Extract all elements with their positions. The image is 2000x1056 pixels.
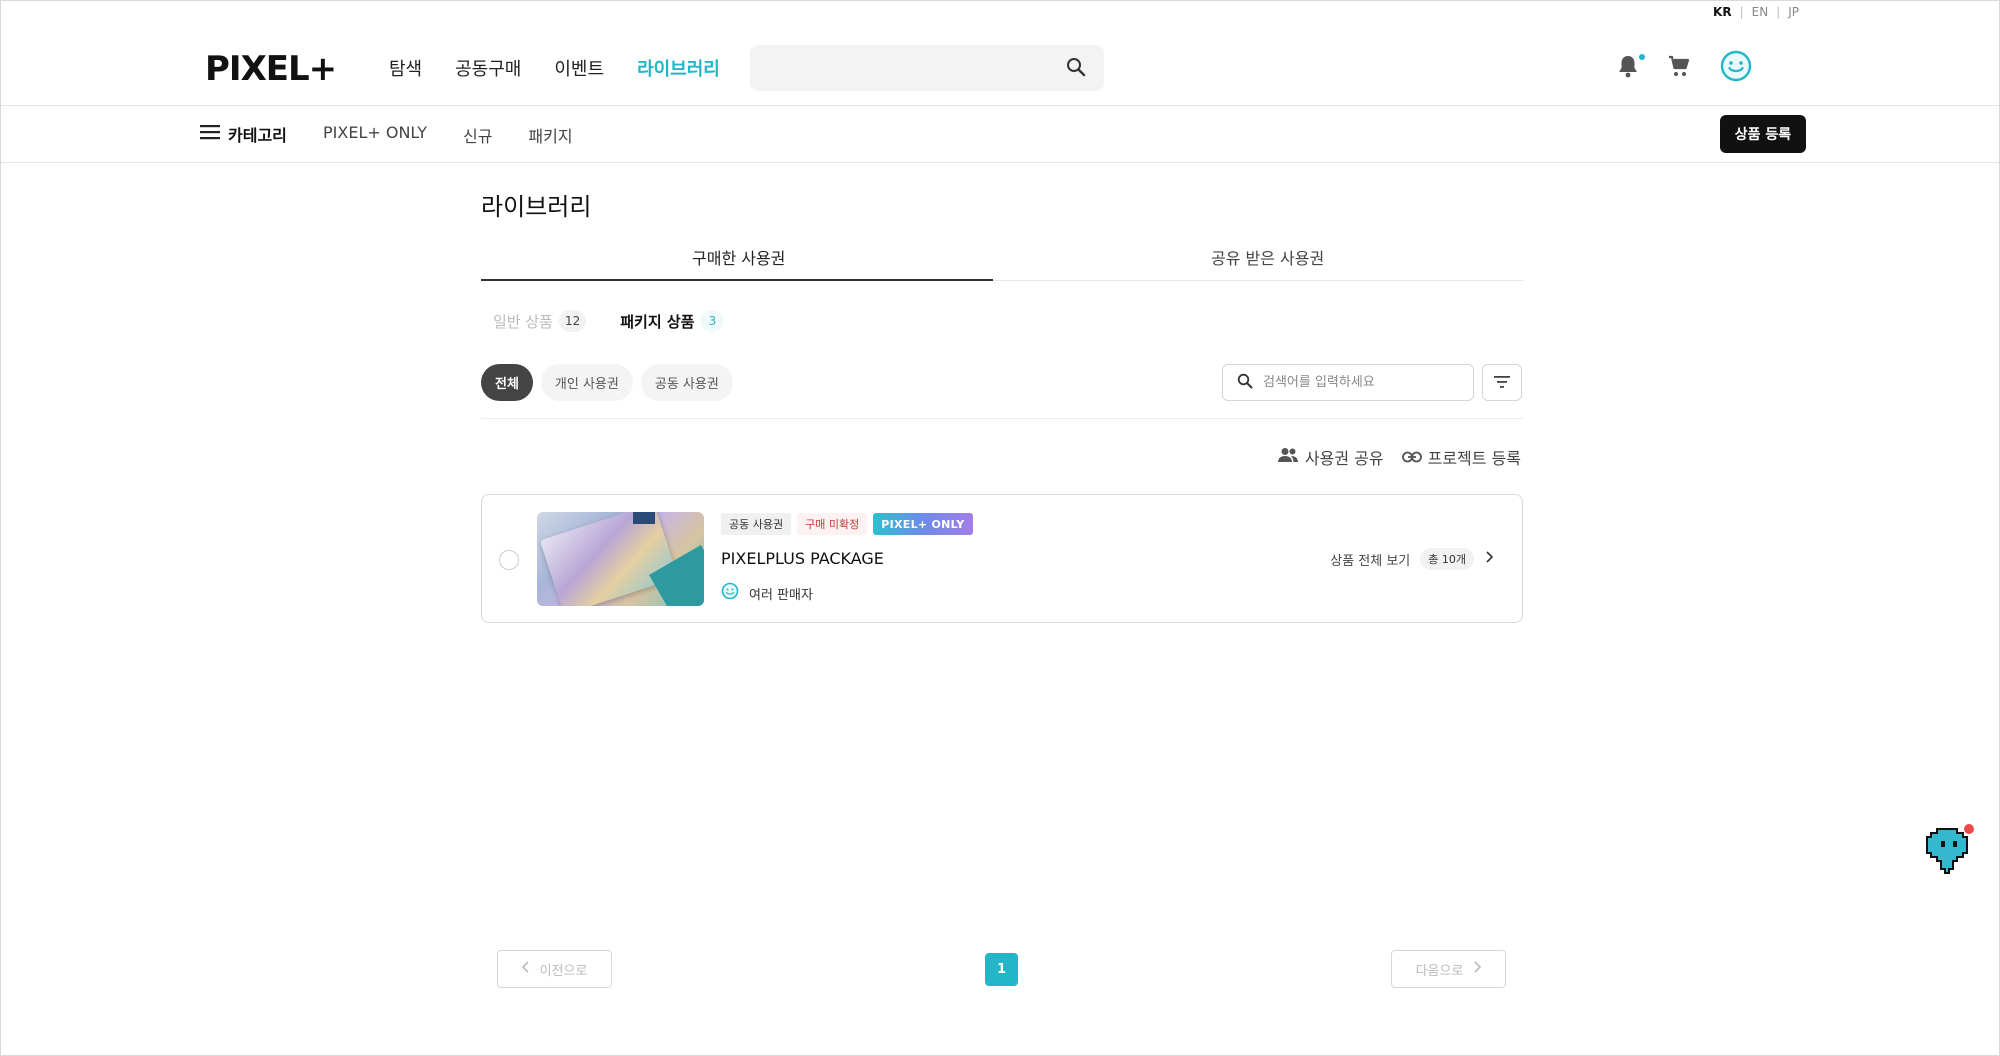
category-menu[interactable]: 카테고리 (200, 122, 287, 146)
filter-icon (1494, 373, 1510, 392)
seller-avatar-icon (721, 582, 739, 604)
cart-icon[interactable] (1667, 54, 1691, 82)
package-thumbnail[interactable] (537, 512, 704, 606)
next-page-button[interactable]: 다음으로 (1391, 950, 1506, 988)
category-links: PIXEL+ ONLY 신규 패키지 (323, 123, 573, 147)
header-icons (1617, 49, 1753, 87)
pixelplus-logo[interactable]: PIXEL+ (205, 47, 355, 87)
filter-divider (481, 418, 1523, 419)
lang-jp[interactable]: JP (1788, 5, 1799, 19)
cat-link-pixel-only[interactable]: PIXEL+ ONLY (323, 123, 427, 147)
prev-page-button[interactable]: 이전으로 (497, 950, 612, 988)
item-badges: 공동 사용권 구매 미확정 PIXEL+ ONLY (721, 513, 973, 535)
next-label: 다음으로 (1415, 963, 1464, 979)
license-filter-chips: 전체 개인 사용권 공동 사용권 (481, 364, 733, 401)
action-label: 사용권 공유 (1304, 449, 1384, 468)
search-icon[interactable] (1066, 57, 1086, 81)
filter-button[interactable] (1482, 364, 1522, 401)
page-title: 라이브러리 (481, 193, 592, 221)
subtab-general[interactable]: 일반 상품 12 (493, 310, 587, 332)
view-all-products[interactable]: 상품 전체 보기 총 10개 (1330, 548, 1494, 570)
bulk-actions: 사용권 공유 프로젝트 등록 (1277, 445, 1521, 469)
cat-link-package[interactable]: 패키지 (528, 123, 572, 147)
lang-kr[interactable]: KR (1713, 5, 1732, 19)
view-all-label: 상품 전체 보기 (1330, 553, 1411, 569)
main-nav: 탐색 공동구매 이벤트 라이브러리 (389, 55, 720, 81)
cat-link-new[interactable]: 신규 (463, 123, 492, 147)
item-title[interactable]: PIXELPLUS PACKAGE (721, 549, 884, 568)
profile-avatar-icon[interactable] (1719, 49, 1753, 87)
notification-dot (1639, 54, 1645, 60)
chip-all[interactable]: 전체 (481, 364, 533, 401)
bell-icon[interactable] (1617, 54, 1645, 82)
select-radio[interactable] (499, 550, 519, 570)
subtab-label: 일반 상품 (493, 312, 553, 331)
lang-en[interactable]: EN (1752, 5, 1769, 19)
search-icon (1237, 373, 1253, 393)
library-tabs: 구매한 사용권 공유 받은 사용권 (481, 239, 1523, 281)
hamburger-icon (200, 124, 220, 144)
total-count-badge: 총 10개 (1420, 548, 1474, 570)
lang-separator: | (1776, 5, 1781, 19)
lang-separator: | (1739, 5, 1744, 19)
page-number-current[interactable]: 1 (985, 953, 1018, 986)
people-icon (1277, 447, 1299, 467)
badge-purchase-unconfirmed: 구매 미확정 (797, 513, 868, 535)
count-badge: 3 (700, 310, 725, 332)
library-search-input[interactable] (1263, 375, 1453, 390)
badge-pixel-only: PIXEL+ ONLY (873, 513, 973, 535)
chevron-right-icon (1473, 961, 1482, 977)
chip-personal[interactable]: 개인 사용권 (540, 364, 633, 401)
library-item-card[interactable]: 공동 사용권 구매 미확정 PIXEL+ ONLY PIXELPLUS PACK… (481, 494, 1523, 623)
seller-name: 여러 판매자 (749, 587, 813, 603)
register-project-button[interactable]: 프로젝트 등록 (1401, 445, 1521, 469)
chevron-left-icon (521, 961, 530, 977)
global-search[interactable] (750, 45, 1104, 91)
library-search (1222, 364, 1474, 401)
nav-event[interactable]: 이벤트 (554, 55, 604, 81)
share-license-button[interactable]: 사용권 공유 (1277, 445, 1384, 469)
nav-library[interactable]: 라이브러리 (637, 55, 720, 81)
language-switcher: KR | EN | JP (1713, 5, 1799, 19)
item-seller: 여러 판매자 (721, 582, 813, 604)
chip-shared[interactable]: 공동 사용권 (640, 364, 733, 401)
register-product-button[interactable]: 상품 등록 (1720, 115, 1806, 153)
category-bar: 카테고리 PIXEL+ ONLY 신규 패키지 상품 등록 (1, 106, 1999, 162)
subtab-label: 패키지 상품 (620, 312, 695, 331)
logo-text: PIXEL+ (205, 49, 336, 85)
product-type-subtabs: 일반 상품 12 패키지 상품 3 (493, 310, 725, 332)
logo-wordmark: PIXEL+ (205, 49, 337, 85)
count-badge: 12 (558, 310, 587, 332)
chevron-right-icon (1484, 551, 1494, 567)
subtab-package[interactable]: 패키지 상품 3 (620, 310, 725, 332)
category-label: 카테고리 (228, 126, 287, 145)
badge-shared-license: 공동 사용권 (721, 513, 792, 535)
link-icon (1401, 448, 1422, 467)
tab-shared[interactable]: 공유 받은 사용권 (1211, 245, 1324, 269)
tab-purchased[interactable]: 구매한 사용권 (692, 245, 785, 269)
action-label: 프로젝트 등록 (1427, 449, 1521, 468)
chatbot-mascot-icon[interactable] (1925, 823, 1975, 879)
nav-explore[interactable]: 탐색 (389, 55, 422, 81)
catbar-divider (1, 162, 1999, 163)
active-tab-indicator (481, 279, 993, 281)
prev-label: 이전으로 (539, 963, 588, 979)
nav-group-buy[interactable]: 공동구매 (455, 55, 521, 81)
top-header: PIXEL+ 탐색 공동구매 이벤트 라이브러리 (1, 29, 1999, 105)
